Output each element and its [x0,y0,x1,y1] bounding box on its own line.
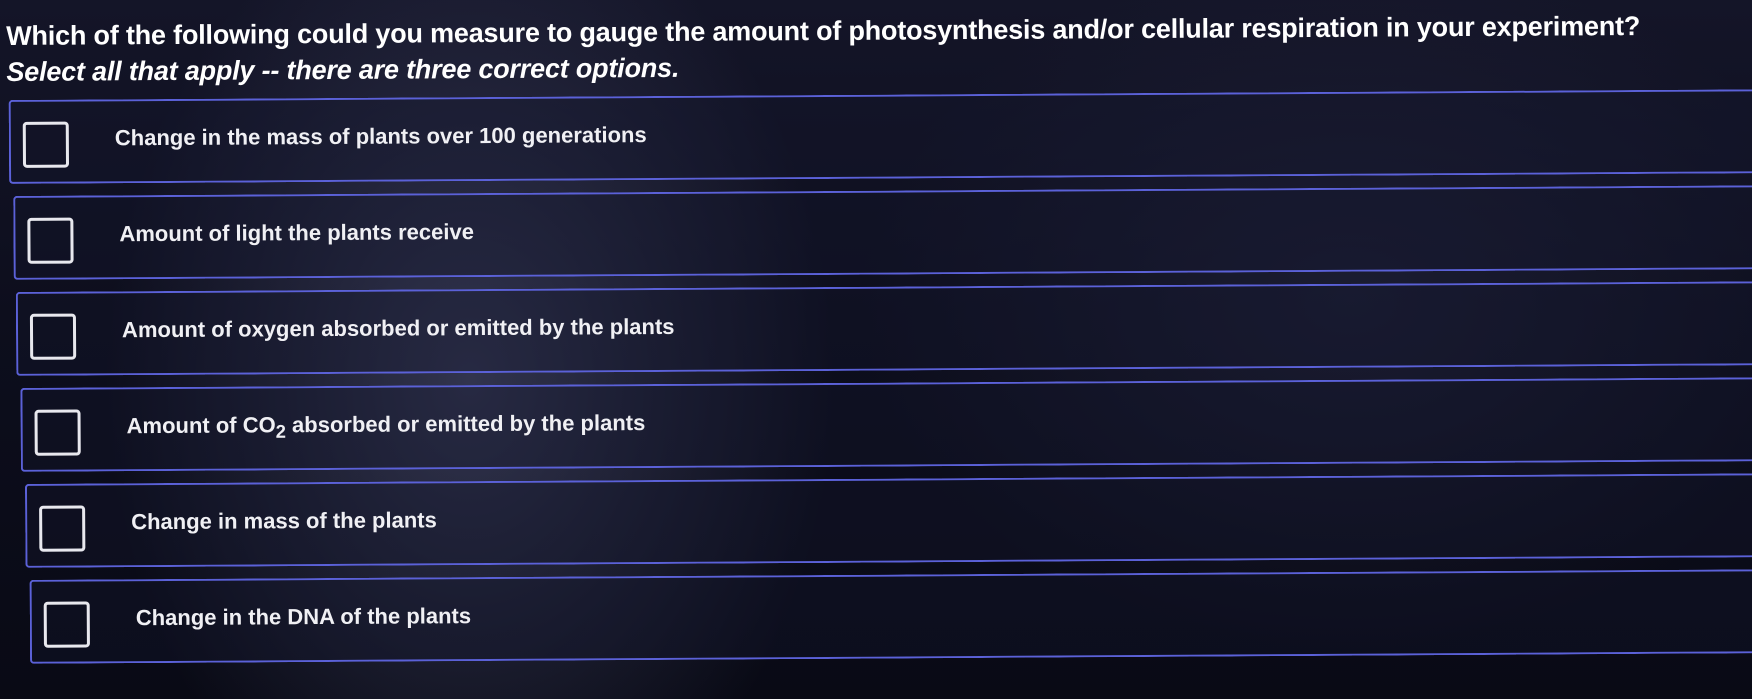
answer-option-label-4-prefix: Amount of CO [126,412,276,439]
answer-option-label-3: Amount of oxygen absorbed or emitted by … [121,313,675,343]
answer-option-3[interactable]: Amount of oxygen absorbed or emitted by … [15,281,1752,376]
question-text: Which of the following could you measure… [6,10,1641,51]
answer-option-1[interactable]: Change in the mass of plants over 100 ge… [8,89,1752,184]
checkbox-4[interactable] [34,409,81,456]
question-prompt: Which of the following could you measure… [6,7,1752,90]
answer-option-label-1: Change in the mass of plants over 100 ge… [114,122,647,151]
answer-option-label-5: Change in mass of the plants [131,507,437,535]
checkbox-2[interactable] [27,217,74,264]
answer-option-label-4: Amount of CO2 absorbed or emitted by the… [127,410,646,444]
checkbox-3[interactable] [29,313,77,360]
answer-option-5[interactable]: Change in mass of the plants [24,473,1752,568]
answer-option-label-4-subscript: 2 [275,420,287,442]
checkbox-1[interactable] [22,121,70,168]
answer-option-label-2: Amount of light the plants receive [119,219,474,247]
answer-option-label-6: Change in the DNA of the plants [135,603,472,631]
answer-option-2[interactable]: Amount of light the plants receive [13,185,1752,280]
answer-option-6[interactable]: Change in the DNA of the plants [29,569,1752,664]
answer-option-label-4-suffix: absorbed or emitted by the plants [285,410,646,438]
answer-option-4[interactable]: Amount of CO2 absorbed or emitted by the… [20,377,1752,472]
checkbox-5[interactable] [39,505,86,552]
answer-options-list: Change in the mass of plants over 100 ge… [8,89,1752,676]
checkbox-6[interactable] [43,601,90,648]
